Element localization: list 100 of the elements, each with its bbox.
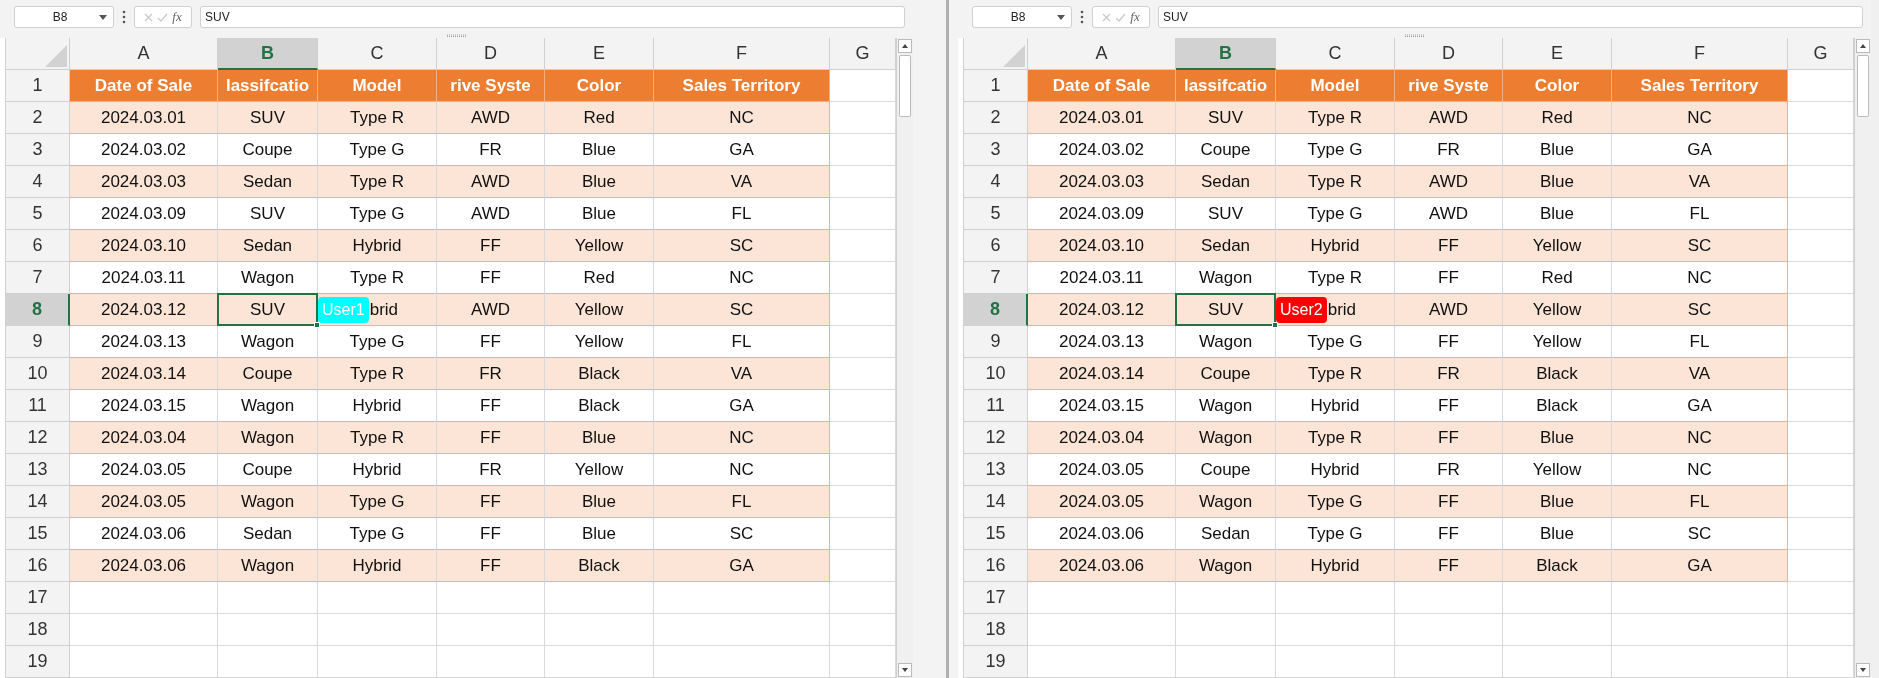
formula-field[interactable]: SUV — [200, 6, 905, 28]
vertical-scrollbar[interactable] — [1854, 38, 1871, 678]
dropdown-caret-icon — [99, 14, 107, 20]
cancel-icon[interactable] — [1102, 12, 1112, 22]
row-header[interactable]: 11 — [6, 390, 70, 422]
row-header[interactable]: 15 — [964, 518, 1028, 550]
column-header[interactable]: F — [654, 38, 830, 70]
select-all-corner[interactable] — [6, 38, 70, 70]
row-header[interactable]: 3 — [6, 134, 70, 166]
row-header[interactable]: 10 — [964, 358, 1028, 390]
row-header[interactable]: 10 — [6, 358, 70, 390]
row-header[interactable]: 18 — [6, 614, 70, 646]
row-header[interactable]: 7 — [964, 262, 1028, 294]
row-header[interactable]: 1 — [964, 70, 1028, 102]
table-cell: FR — [437, 134, 545, 166]
column-header[interactable]: D — [437, 38, 545, 70]
row-header[interactable]: 9 — [964, 326, 1028, 358]
more-options-icon[interactable] — [122, 10, 126, 24]
check-icon[interactable] — [157, 12, 169, 22]
table-cell: Type R — [318, 166, 437, 198]
row-header[interactable]: 8 — [6, 294, 70, 326]
table-cell: 2024.03.14 — [70, 358, 218, 390]
table-cell: GA — [654, 550, 830, 582]
column-header[interactable]: E — [545, 38, 654, 70]
row-header[interactable]: 16 — [6, 550, 70, 582]
column-header[interactable]: B — [1176, 38, 1276, 70]
row-header[interactable]: 16 — [964, 550, 1028, 582]
table-cell: Type G — [1276, 486, 1395, 518]
column-header[interactable]: B — [218, 38, 318, 70]
row-header[interactable]: 7 — [6, 262, 70, 294]
more-options-icon[interactable] — [1080, 10, 1084, 24]
row-header[interactable]: 18 — [964, 614, 1028, 646]
column-header[interactable]: C — [1276, 38, 1395, 70]
row-header[interactable]: 2 — [964, 102, 1028, 134]
check-icon[interactable] — [1115, 12, 1127, 22]
column-header[interactable]: G — [1788, 38, 1854, 70]
table-cell — [1788, 134, 1854, 166]
scroll-thumb[interactable] — [1857, 55, 1869, 117]
table-cell: AWD — [1395, 102, 1503, 134]
table-cell: Wagon — [1176, 550, 1276, 582]
formula-field[interactable]: SUV — [1158, 6, 1863, 28]
cancel-icon[interactable] — [144, 12, 154, 22]
table-cell: 2024.03.04 — [70, 422, 218, 454]
name-box[interactable]: B8 — [972, 6, 1072, 28]
table-cell: SC — [1612, 230, 1788, 262]
row-header[interactable]: 6 — [964, 230, 1028, 262]
row-header[interactable]: 4 — [6, 166, 70, 198]
table-cell: Blue — [1503, 518, 1612, 550]
table-cell: Wagon — [1176, 486, 1276, 518]
table-cell: VA — [1612, 358, 1788, 390]
pane-splitter[interactable] — [946, 0, 949, 678]
table-cell: FL — [1612, 198, 1788, 230]
row-header[interactable]: 8 — [964, 294, 1028, 326]
row-header[interactable]: 14 — [964, 486, 1028, 518]
table-cell: Red — [1503, 262, 1612, 294]
vertical-scrollbar[interactable] — [896, 38, 913, 678]
column-header[interactable]: C — [318, 38, 437, 70]
table-cell: FF — [437, 550, 545, 582]
select-all-corner[interactable] — [964, 38, 1028, 70]
column-header[interactable]: G — [830, 38, 896, 70]
row-header[interactable]: 4 — [964, 166, 1028, 198]
table-cell: 2024.03.09 — [70, 198, 218, 230]
row-header[interactable]: 3 — [964, 134, 1028, 166]
row-header[interactable]: 5 — [964, 198, 1028, 230]
table-cell: Type R — [1276, 166, 1395, 198]
table-cell: 2024.03.11 — [70, 262, 218, 294]
insert-function-button[interactable]: fx — [1130, 7, 1140, 27]
row-header[interactable]: 13 — [6, 454, 70, 486]
row-header[interactable]: 6 — [6, 230, 70, 262]
row-header[interactable]: 19 — [6, 646, 70, 678]
scroll-down-icon[interactable] — [898, 663, 912, 677]
row-header[interactable]: 15 — [6, 518, 70, 550]
row-header[interactable]: 2 — [6, 102, 70, 134]
scroll-down-icon[interactable] — [1856, 663, 1870, 677]
row-header[interactable]: 17 — [964, 582, 1028, 614]
insert-function-button[interactable]: fx — [172, 7, 182, 27]
row-header[interactable]: 5 — [6, 198, 70, 230]
column-header[interactable]: E — [1503, 38, 1612, 70]
scroll-up-icon[interactable] — [898, 39, 912, 53]
scroll-thumb[interactable] — [899, 55, 911, 117]
table-cell: Blue — [545, 422, 654, 454]
column-header[interactable]: A — [1028, 38, 1176, 70]
resize-handle-icon[interactable] — [446, 34, 467, 37]
row-header[interactable]: 9 — [6, 326, 70, 358]
header-cell: Color — [545, 70, 654, 102]
row-header[interactable]: 19 — [964, 646, 1028, 678]
row-header[interactable]: 12 — [964, 422, 1028, 454]
row-header[interactable]: 11 — [964, 390, 1028, 422]
row-header[interactable]: 17 — [6, 582, 70, 614]
row-header[interactable]: 13 — [964, 454, 1028, 486]
scroll-up-icon[interactable] — [1856, 39, 1870, 53]
resize-handle-icon[interactable] — [1404, 34, 1425, 37]
row-header[interactable]: 14 — [6, 486, 70, 518]
row-header[interactable]: 12 — [6, 422, 70, 454]
name-box[interactable]: B8 — [14, 6, 114, 28]
table-cell: 2024.03.12 — [70, 294, 218, 326]
column-header[interactable]: A — [70, 38, 218, 70]
row-header[interactable]: 1 — [6, 70, 70, 102]
column-header[interactable]: D — [1395, 38, 1503, 70]
column-header[interactable]: F — [1612, 38, 1788, 70]
